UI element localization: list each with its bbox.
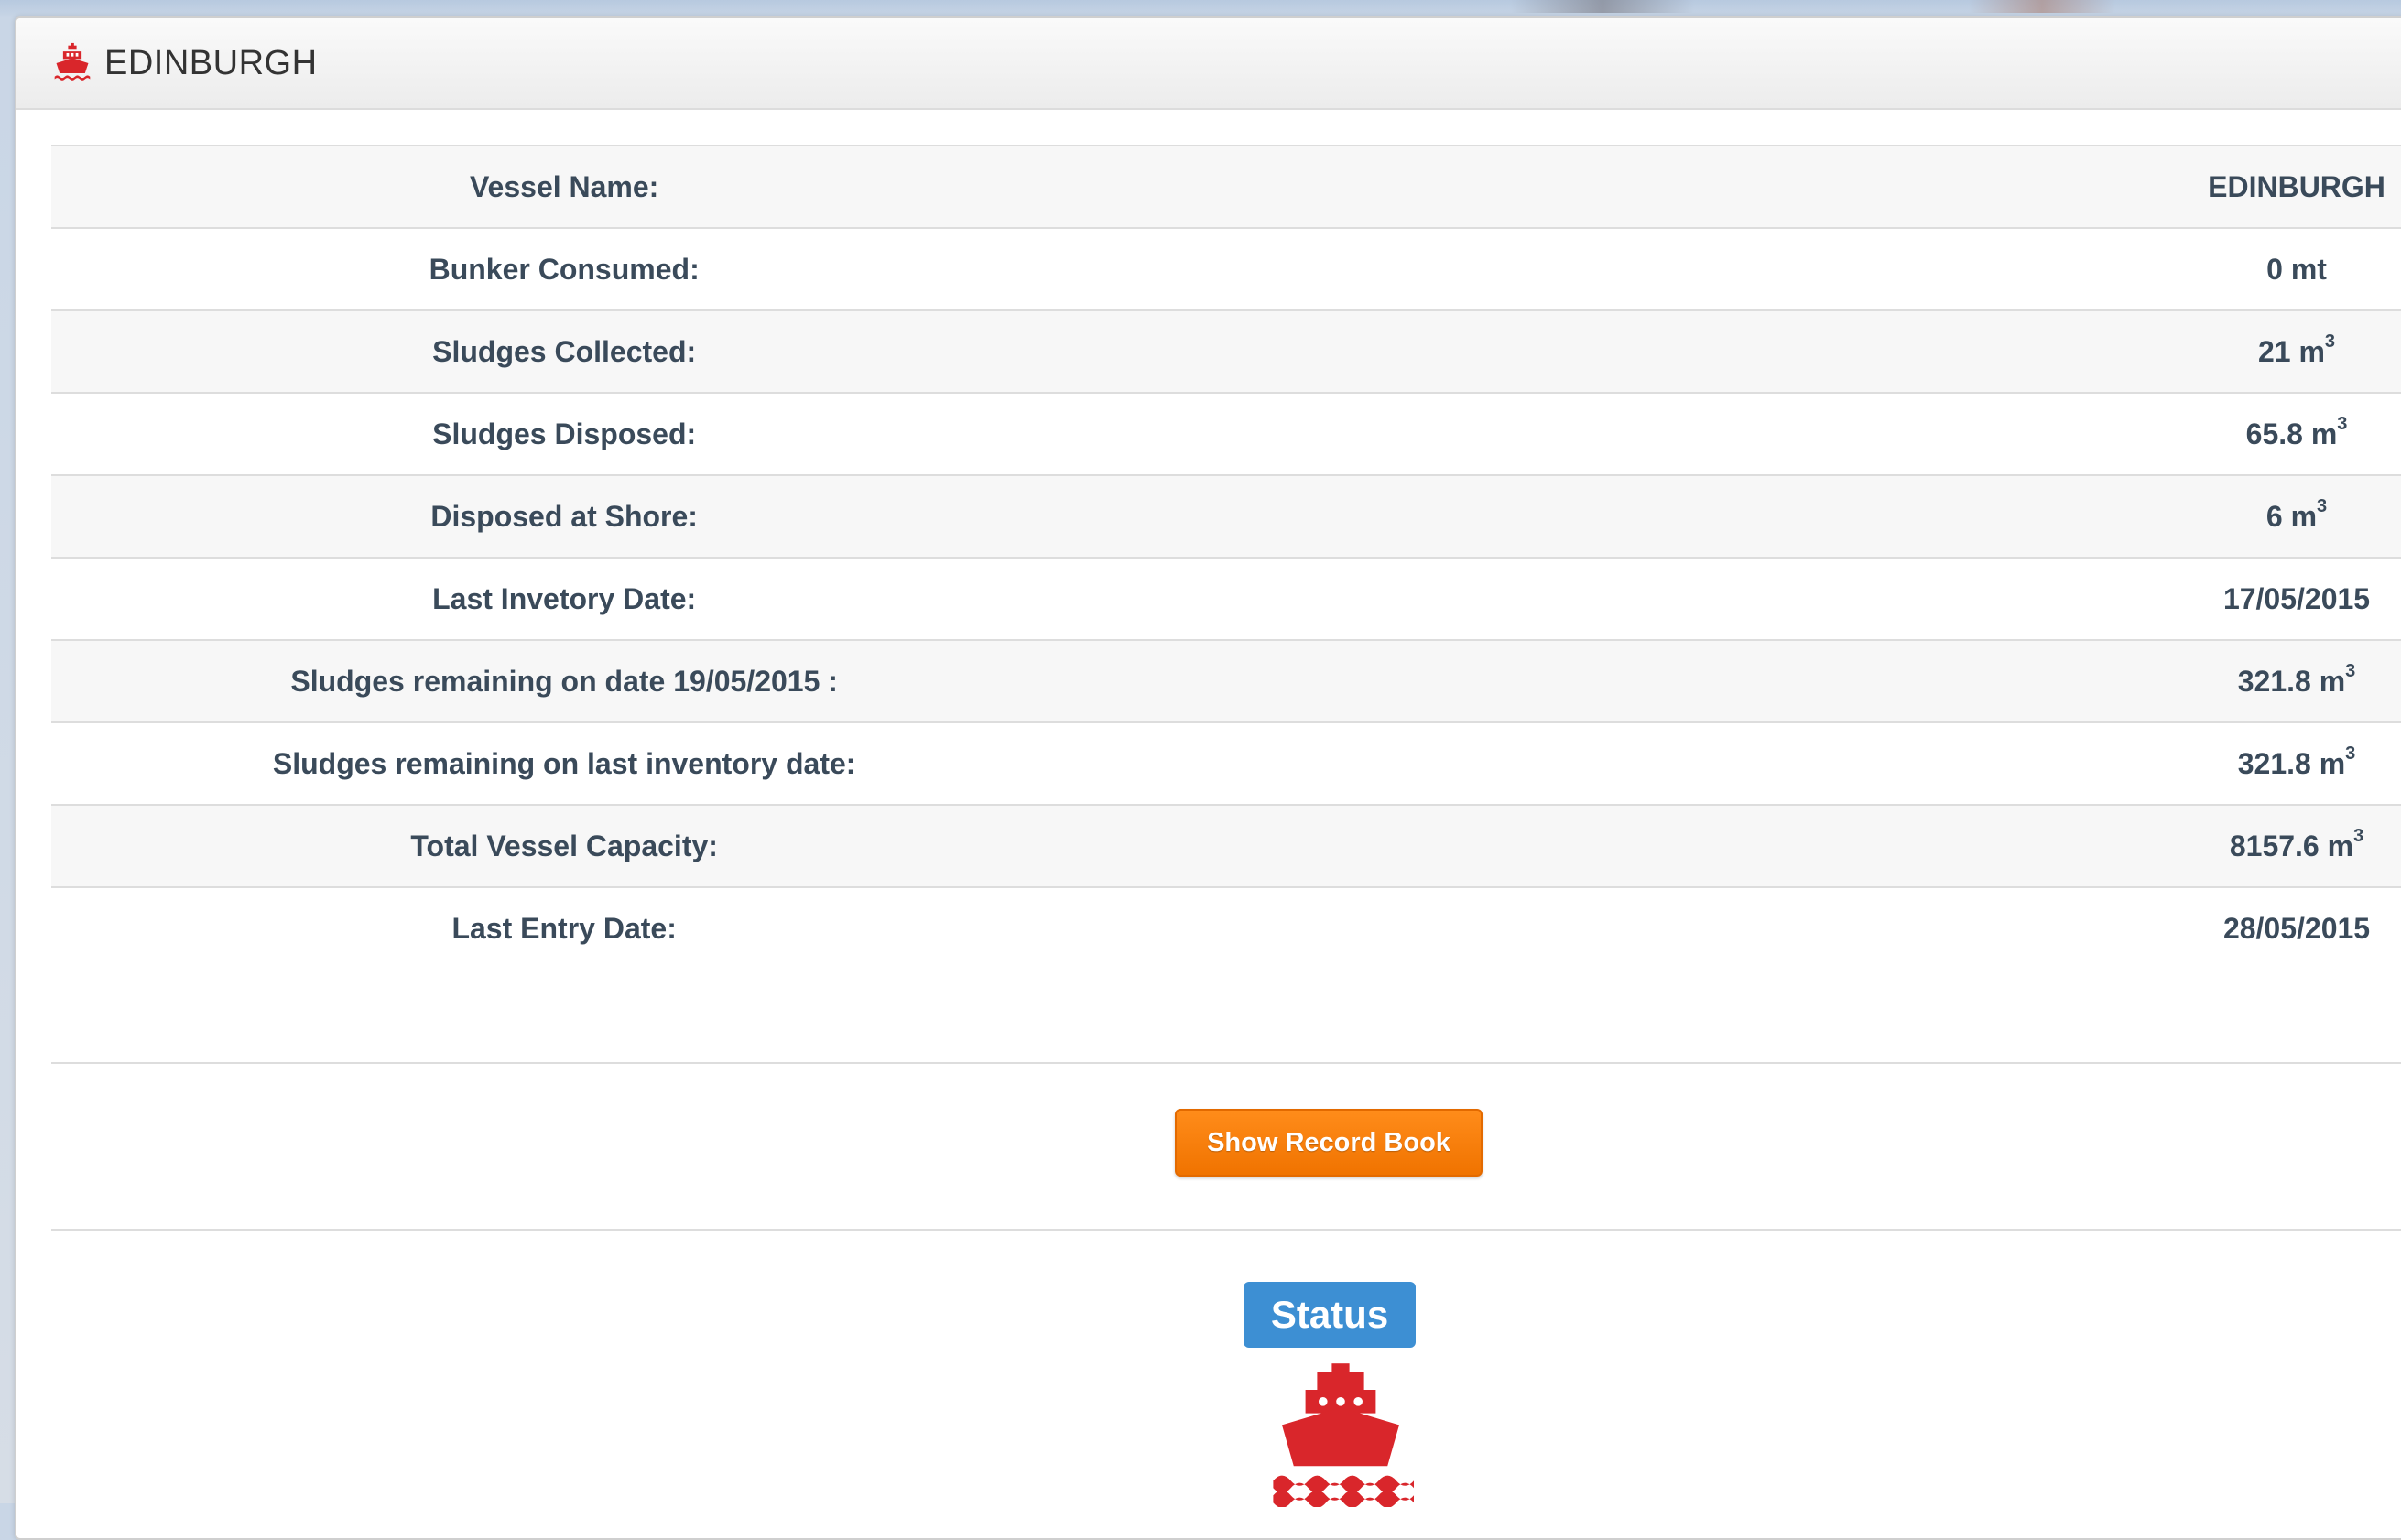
ship-status-icon — [1273, 1363, 1414, 1507]
detail-label: Total Vessel Capacity: — [51, 804, 1078, 887]
spacer-cell — [1077, 474, 2162, 558]
detail-value: 321.8 m3 — [2161, 639, 2401, 722]
detail-label: Bunker Consumed: — [51, 227, 1078, 310]
table-row: Sludges Collected: 21 m3 — [51, 309, 2401, 393]
table-row: Vessel Name: EDINBURGH — [51, 145, 2401, 228]
ship-icon — [54, 42, 91, 81]
detail-label: Last Invetory Date: — [51, 557, 1078, 640]
spacer-cell — [1077, 309, 2162, 393]
detail-label: Sludges remaining on date 19/05/2015 : — [51, 639, 1078, 722]
value-text: 65.8 m — [2245, 417, 2338, 450]
detail-value: 28/05/2015 — [2161, 886, 2401, 969]
value-text: 321.8 m — [2237, 746, 2346, 780]
unit-superscript: 3 — [2353, 825, 2364, 846]
background-blur — [1969, 0, 2115, 13]
table-row: Disposed at Shore: 6 m3 — [51, 474, 2401, 558]
panel-header: EDINBURGH — [16, 18, 2401, 110]
table-row: Sludges Disposed: 65.8 m3 — [51, 392, 2401, 475]
detail-value: EDINBURGH — [2161, 145, 2401, 228]
detail-label: Sludges Disposed: — [51, 392, 1078, 475]
value-text: 6 m — [2265, 499, 2318, 533]
value-text: 28/05/2015 — [2222, 911, 2371, 945]
vessel-details-table: Vessel Name: EDINBURGH Bunker Consumed: 0 m… — [51, 145, 2401, 969]
table-row: Last Invetory Date: 17/05/2015 — [51, 557, 2401, 640]
status-badge: Status — [1244, 1282, 1416, 1348]
unit-superscript: 3 — [2345, 743, 2356, 764]
background-blur — [1511, 0, 1694, 13]
table-row: Sludges remaining on date 19/05/2015 : 32… — [51, 639, 2401, 722]
value-text: 0 mt — [2266, 252, 2327, 286]
detail-label: Sludges remaining on last inventory date… — [51, 721, 1078, 805]
unit-superscript: 3 — [2317, 495, 2328, 516]
detail-label: Sludges Collected: — [51, 309, 1078, 393]
value-text: 17/05/2015 — [2222, 581, 2371, 615]
table-row: Last Entry Date: 28/05/2015 — [51, 886, 2401, 969]
detail-label: Vessel Name: — [51, 145, 1078, 228]
spacer-cell — [1077, 721, 2162, 805]
value-text: 21 m — [2257, 334, 2325, 368]
table-row: Total Vessel Capacity: 8157.6 m3 — [51, 804, 2401, 887]
spacer-cell — [1077, 639, 2162, 722]
vessel-panel: EDINBURGH Vessel Name: EDINBURGH Bunker Co… — [15, 16, 2401, 1540]
panel-title: EDINBURGH — [104, 43, 318, 82]
table-row: Sludges remaining on last inventory date… — [51, 721, 2401, 805]
detail-value: 17/05/2015 — [2161, 557, 2401, 640]
spacer-cell — [1077, 145, 2162, 228]
value-text: 321.8 m — [2237, 664, 2346, 698]
spacer-cell — [1077, 227, 2162, 310]
detail-label: Last Entry Date: — [51, 886, 1078, 969]
detail-value: 8157.6 m3 — [2161, 804, 2401, 887]
detail-value: 0 mt — [2161, 227, 2401, 310]
spacer-cell — [1077, 804, 2162, 887]
spacer-cell — [1077, 886, 2162, 969]
spacer-cell — [1077, 392, 2162, 475]
detail-value: 21 m3 — [2161, 309, 2401, 393]
spacer-cell — [1077, 557, 2162, 640]
divider — [51, 1062, 2401, 1064]
table-row: Bunker Consumed: 0 mt — [51, 227, 2401, 310]
detail-value: 65.8 m3 — [2161, 392, 2401, 475]
unit-superscript: 3 — [2324, 331, 2336, 352]
value-text: 8157.6 m — [2229, 829, 2354, 862]
unit-superscript: 3 — [2345, 660, 2356, 681]
show-record-book-button[interactable]: Show Record Book — [1175, 1109, 1483, 1177]
divider — [51, 1229, 2401, 1231]
detail-label: Disposed at Shore: — [51, 474, 1078, 558]
detail-value: 6 m3 — [2161, 474, 2401, 558]
unit-superscript: 3 — [2337, 413, 2348, 434]
value-text: EDINBURGH — [2208, 169, 2385, 203]
detail-value: 321.8 m3 — [2161, 721, 2401, 805]
